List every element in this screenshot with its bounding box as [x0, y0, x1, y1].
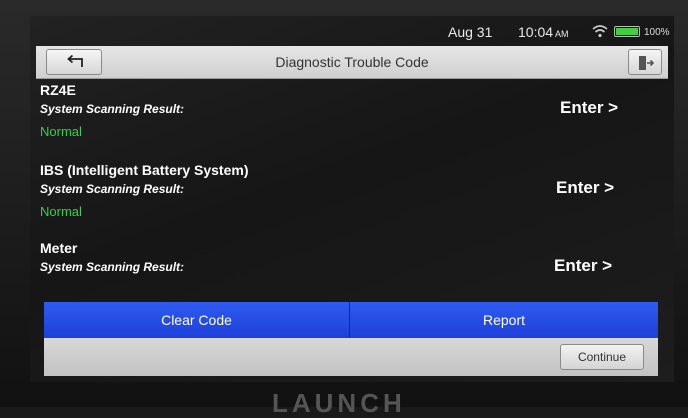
scan-result-label: System Scanning Result: — [40, 260, 185, 274]
battery-level-fill — [616, 28, 638, 35]
scan-tool-device: Aug 31 10:04 AM 100% Diagnostic Trouble C… — [0, 0, 688, 416]
device-screen: Aug 31 10:04 AM 100% Diagnostic Trouble C… — [30, 16, 674, 382]
system-item-ibs[interactable]: IBS (Intelligent Battery System) System … — [36, 162, 668, 242]
status-ampm: AM — [555, 29, 569, 39]
enter-button[interactable]: Enter > — [554, 256, 612, 276]
footer-bar: Continue — [44, 338, 658, 376]
page-title: Diagnostic Trouble Code — [275, 54, 429, 70]
title-bar: Diagnostic Trouble Code — [36, 46, 668, 79]
exit-button[interactable] — [628, 49, 662, 75]
scan-result-label: System Scanning Result: — [40, 102, 185, 116]
exit-icon — [639, 56, 654, 70]
system-item-rz4e[interactable]: RZ4E System Scanning Result: Normal Ente… — [36, 82, 668, 162]
status-date: Aug 31 — [448, 24, 493, 40]
status-bar: Aug 31 10:04 AM 100% — [30, 16, 674, 46]
system-list: RZ4E System Scanning Result: Normal Ente… — [36, 78, 668, 302]
system-name: IBS (Intelligent Battery System) — [40, 162, 249, 178]
system-item-meter[interactable]: Meter System Scanning Result: Enter > — [36, 240, 668, 302]
report-button[interactable]: Report — [350, 302, 658, 338]
battery-percent: 100% — [644, 27, 670, 38]
status-time: 10:04 AM — [518, 24, 569, 40]
enter-button[interactable]: Enter > — [560, 98, 618, 118]
wifi-icon — [592, 24, 608, 38]
scan-result-label: System Scanning Result: — [40, 182, 185, 196]
status-time-value: 10:04 — [518, 24, 554, 40]
clear-code-button[interactable]: Clear Code — [44, 302, 350, 338]
enter-button[interactable]: Enter > — [556, 178, 614, 198]
battery-icon — [614, 26, 640, 37]
system-name: Meter — [40, 240, 78, 256]
system-name: RZ4E — [40, 82, 76, 98]
scan-result-status: Normal — [40, 204, 82, 219]
continue-button[interactable]: Continue — [560, 344, 644, 370]
scan-result-status: Normal — [40, 124, 82, 139]
action-bar: Clear Code Report — [44, 302, 658, 338]
brand-logo: LAUNCH — [272, 388, 406, 418]
